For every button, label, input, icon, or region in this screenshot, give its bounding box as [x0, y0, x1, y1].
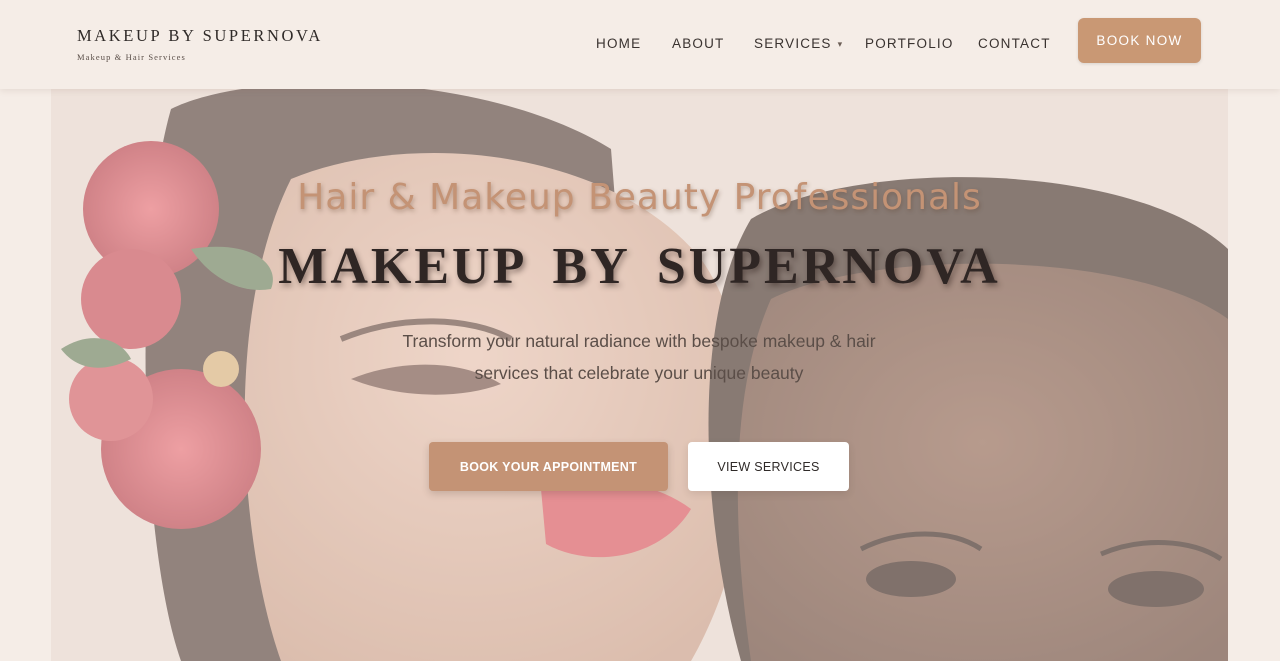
- book-now-button[interactable]: BOOK NOW: [1078, 18, 1201, 63]
- brand-logo[interactable]: MAKEUP BY SUPERNOVA Makeup & Hair Servic…: [77, 26, 323, 62]
- hero-subtitle: Transform your natural radiance with bes…: [402, 331, 876, 383]
- nav-services-label: SERVICES: [754, 36, 832, 51]
- nav-services[interactable]: SERVICES ▾: [754, 36, 843, 51]
- hero-section: Hair & Makeup Beauty Professionals MAKEU…: [51, 89, 1228, 661]
- nav-contact[interactable]: CONTACT: [978, 36, 1051, 51]
- brand-tagline: Makeup & Hair Services: [77, 52, 186, 62]
- nav-home[interactable]: HOME: [596, 36, 641, 51]
- hero-eyebrow: Hair & Makeup Beauty Professionals: [297, 177, 982, 218]
- brand-name: MAKEUP BY SUPERNOVA: [77, 26, 323, 45]
- chevron-down-icon: ▾: [837, 39, 844, 49]
- book-appointment-button[interactable]: BOOK YOUR APPOINTMENT: [429, 442, 668, 491]
- view-services-button[interactable]: VIEW SERVICES: [688, 442, 849, 491]
- nav-portfolio[interactable]: PORTFOLIO: [865, 36, 954, 51]
- site-header: MAKEUP BY SUPERNOVA Makeup & Hair Servic…: [0, 0, 1280, 89]
- hero-title: MAKEUP BY SUPERNOVA: [278, 238, 1001, 295]
- nav-about[interactable]: ABOUT: [672, 36, 725, 51]
